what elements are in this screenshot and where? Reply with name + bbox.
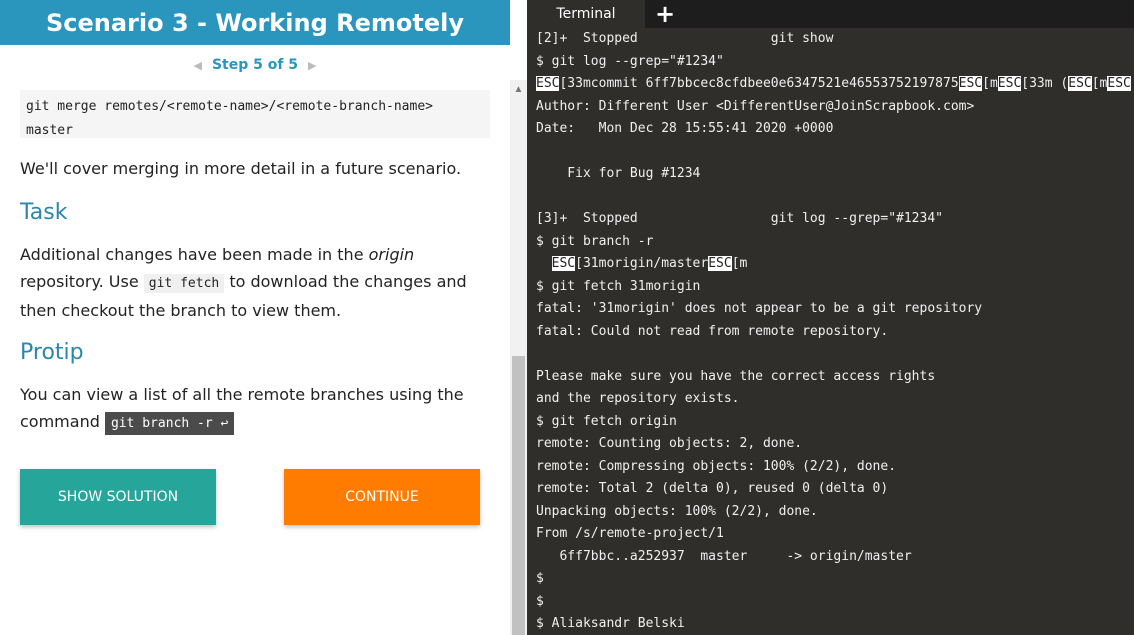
terminal-line: and the repository exists. [536,391,740,406]
esc-marker: ESC [997,76,1022,91]
step-label: Step 5 of 5 [211,57,299,73]
esc-marker: ESC [1107,76,1131,91]
git-branch-executable-code[interactable]: git branch -r ↩ [104,412,235,435]
esc-marker: ESC [958,76,983,91]
terminal-output[interactable]: [2]+ Stopped git show $ git log --grep="… [527,28,1134,635]
text: Additional changes have been made in the [20,245,369,264]
terminal-text: [31morigin/master [575,256,709,271]
terminal-line: remote: Compressing objects: 100% (2/2),… [536,458,897,474]
terminal-line: $ [536,571,544,586]
esc-marker: ESC [1068,76,1092,91]
next-step-icon[interactable]: ▶ [308,59,316,72]
terminal-line: Unpacking objects: 100% (2/2), done. [536,503,818,519]
terminal-line: ESC[31morigin/masterESC[m [536,253,1134,276]
scroll-up-icon[interactable]: ▲ [510,84,527,95]
action-buttons: SHOW SOLUTION CONTINUE [20,469,480,525]
text: repository. Use [20,272,144,291]
step-navigation: ◀ Step 5 of 5 ▶ [0,45,510,85]
terminal-line: [2]+ Stopped git show [536,31,834,46]
code-line: git merge remotes/<remote-name>/<remote-… [26,99,433,114]
continue-button[interactable]: CONTINUE [284,469,480,525]
protip-heading: Protip [20,340,84,365]
merge-code-block: git merge remotes/<remote-name>/<remote-… [20,90,490,138]
terminal-prompt-line: $ Aliaksandr Belski [536,616,685,631]
terminal-line: remote: Total 2 (delta 0), reused 0 (del… [536,481,889,496]
terminal-line: $ git branch -r [536,233,654,249]
terminal-line: fatal: '31morigin' does not appear to be… [536,301,983,316]
show-solution-button[interactable]: SHOW SOLUTION [20,469,216,525]
terminal-line: $ [536,593,544,609]
terminal-text: [33mcommit 6ff7bbcec8cfdbee0e6347521e465… [559,76,959,91]
esc-marker: ESC [536,76,560,91]
esc-marker: ESC [708,256,732,271]
merging-note: We'll cover merging in more detail in a … [20,159,462,178]
esc-marker: ESC [551,256,576,271]
git-fetch-code: git fetch [143,274,225,293]
terminal-text: [33m ( [1021,76,1069,91]
scenario-title: Scenario 3 - Working Remotely [0,0,510,45]
terminal-tabbar: Terminal + [527,0,1134,28]
terminal-line: [3]+ Stopped git log --grep="#1234" [536,211,943,226]
terminal-line: fatal: Could not read from remote reposi… [536,323,889,339]
task-description: Additional changes have been made in the… [20,241,490,324]
terminal-line: 6ff7bbc..a252937 master -> origin/master [536,548,912,564]
code-line: master [26,123,73,138]
instructions-scrollbar[interactable]: ▲ [510,80,527,635]
terminal-line: remote: Counting objects: 2, done. [536,436,803,451]
terminal-line: From /s/remote-project/1 [536,526,724,541]
terminal-text: [m [982,76,998,91]
task-heading: Task [20,200,68,225]
scrollbar-thumb[interactable] [512,356,525,635]
terminal-panel: Terminal + [2]+ Stopped git show $ git l… [527,0,1134,635]
terminal-line: Please make sure you have the correct ac… [536,368,936,384]
prev-step-icon[interactable]: ◀ [193,59,201,72]
tab-terminal[interactable]: Terminal [527,0,645,28]
add-tab-icon[interactable]: + [653,0,677,28]
terminal-line: ESC[33mcommit 6ff7bbcec8cfdbee0e6347521e… [536,73,1134,96]
terminal-line: Author: Different User <DifferentUser@Jo… [536,98,975,114]
terminal-line: $ git fetch origin [536,413,677,429]
terminal-line: $ git log --grep="#1234" [536,53,724,69]
text: You can view a list of all the remote br… [20,385,464,431]
terminal-line: $ git fetch 31morigin [536,278,701,294]
protip-description: You can view a list of all the remote br… [20,381,490,437]
instructions-panel: Scenario 3 - Working Remotely ◀ Step 5 o… [0,0,510,635]
origin-emphasis: origin [368,245,415,264]
terminal-text: [m [1091,76,1108,91]
terminal-line: Fix for Bug #1234 [536,166,701,181]
terminal-line: Date: Mon Dec 28 15:55:41 2020 +0000 [536,121,834,136]
terminal-text: [m [731,256,748,271]
